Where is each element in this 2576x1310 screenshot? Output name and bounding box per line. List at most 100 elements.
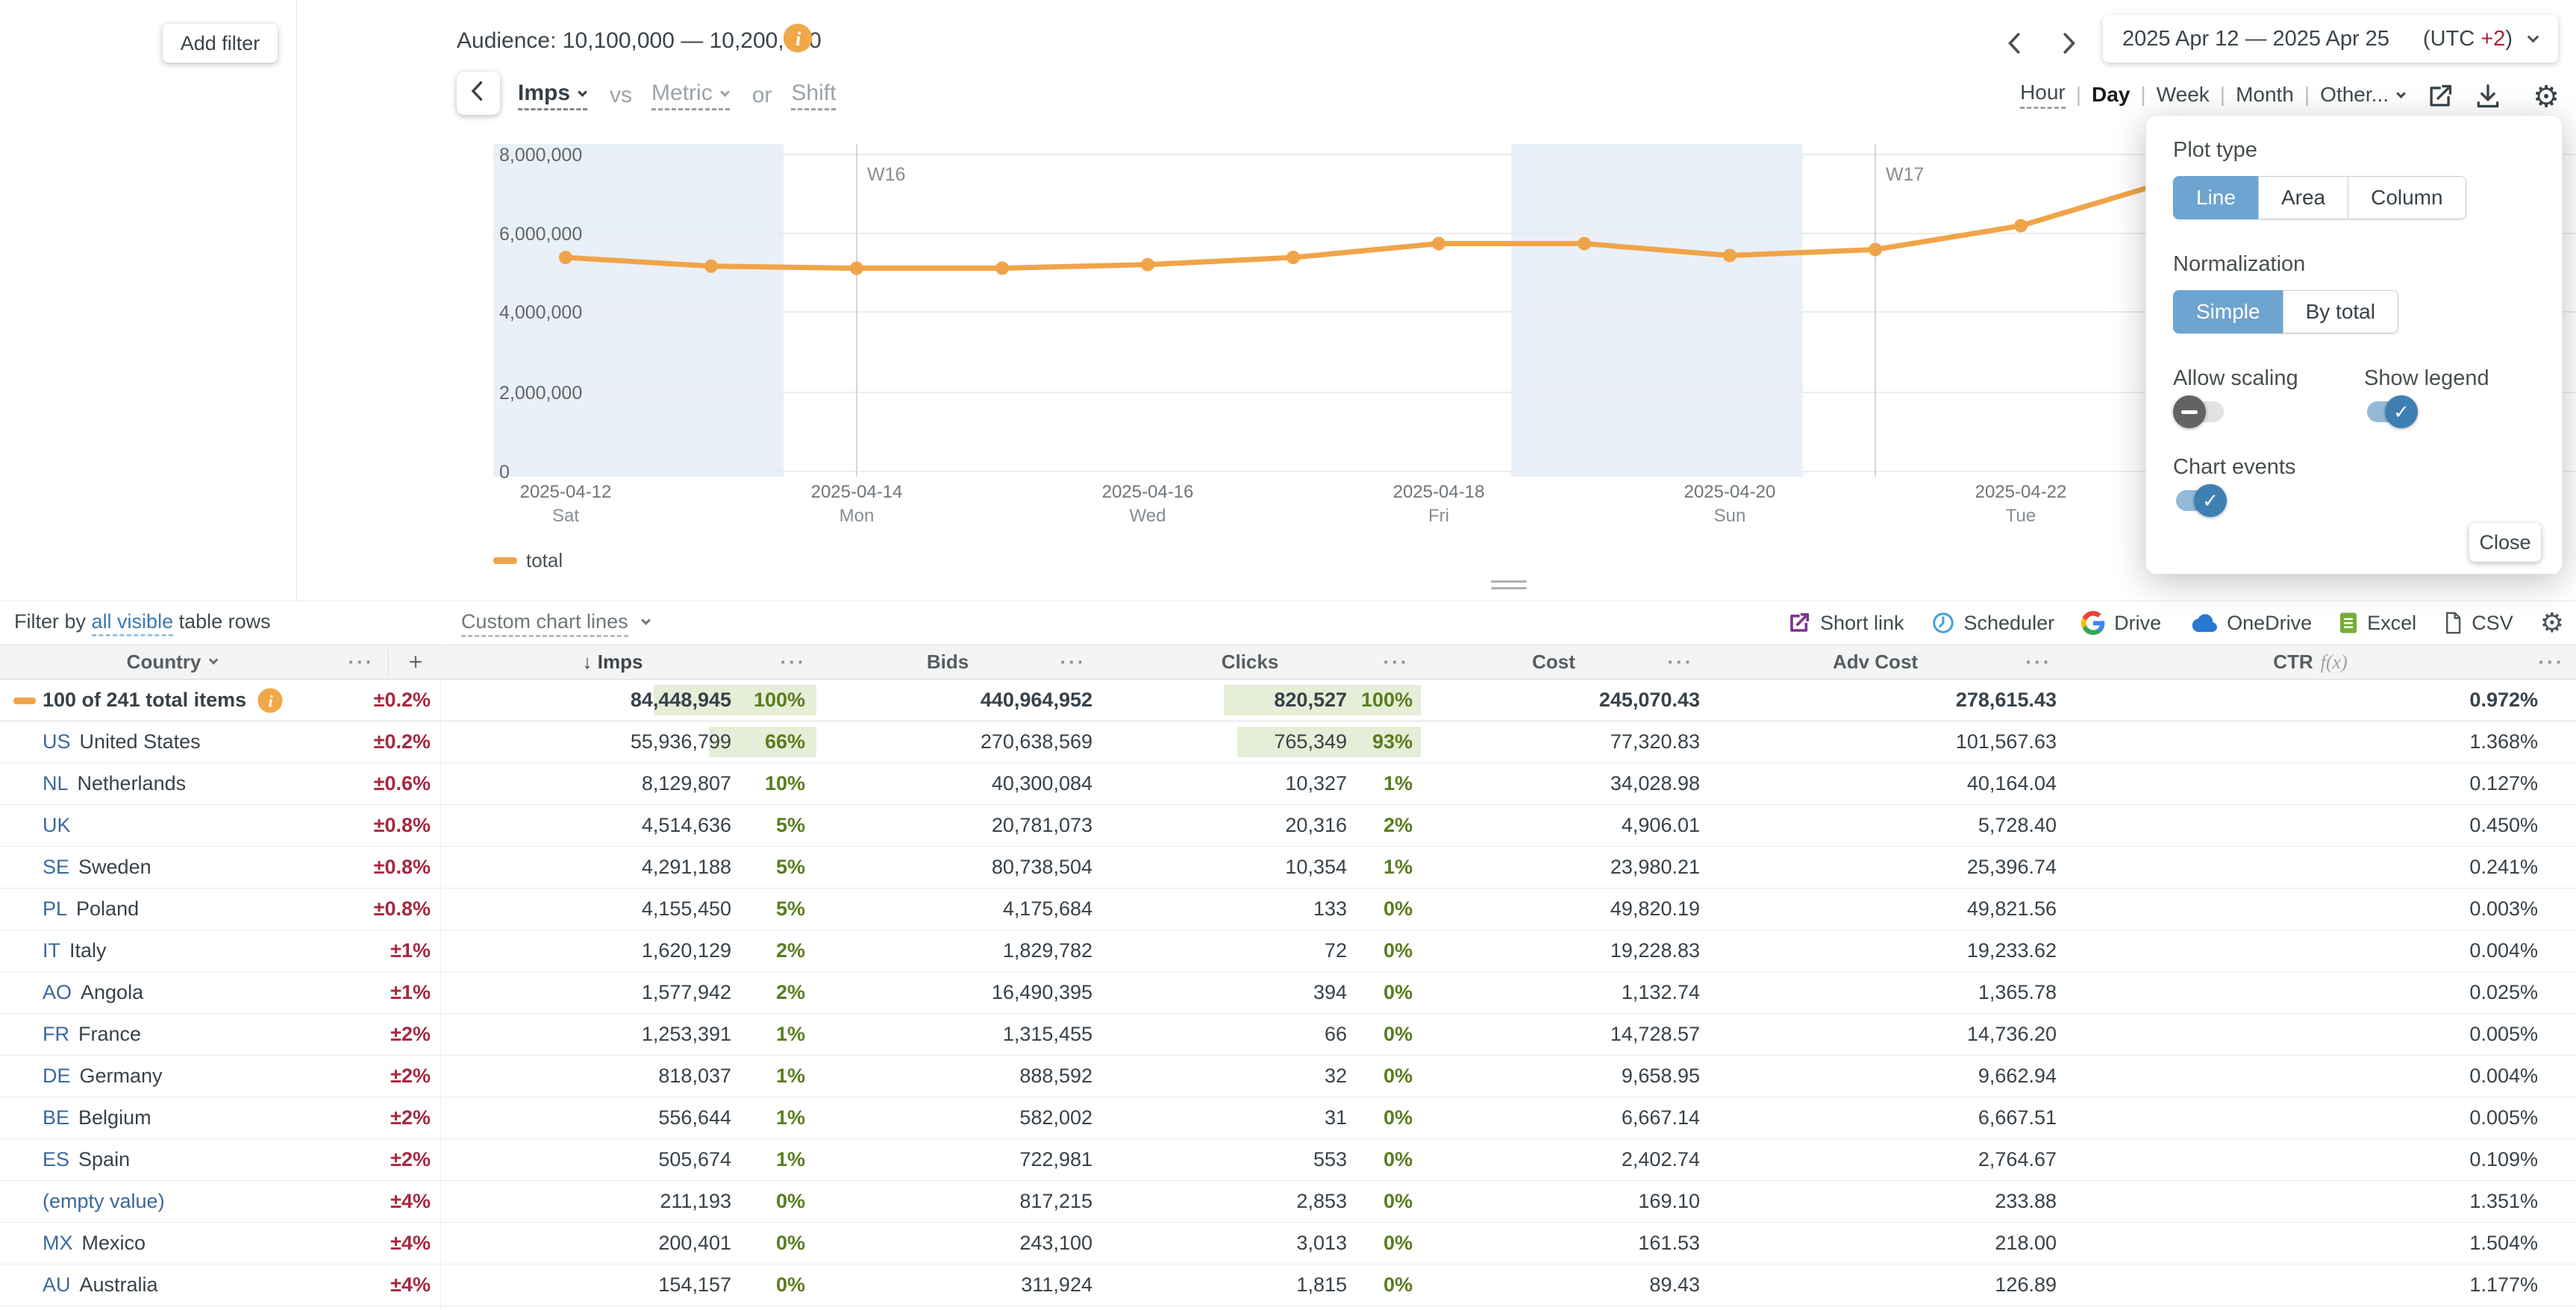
normalization-option-bytotal[interactable]: By total <box>2282 290 2398 333</box>
info-icon[interactable]: i <box>782 22 813 57</box>
primary-metric-dropdown[interactable]: Imps <box>518 81 588 110</box>
imps-cell: 818,037 <box>658 1065 731 1087</box>
clicks-pct-cell: 0% <box>1383 1148 1413 1170</box>
scheduler-button[interactable]: Scheduler <box>1931 611 2054 635</box>
country-cell[interactable]: ES Spain <box>43 1139 130 1180</box>
csv-button[interactable]: CSV <box>2443 611 2513 635</box>
country-code: AO <box>43 981 72 1003</box>
all-visible-link[interactable]: all visible <box>91 610 174 636</box>
country-cell[interactable]: NL Netherlands <box>43 763 186 804</box>
short-link-button[interactable]: Short link <box>1787 611 1904 635</box>
open-link-button[interactable] <box>2424 78 2457 116</box>
chart-settings-gear-icon[interactable]: ⚙ <box>2530 78 2563 116</box>
svg-text:8,000,000: 8,000,000 <box>499 145 582 166</box>
column-menu-icon[interactable]: ··· <box>2539 645 2565 679</box>
normalization-option-simple[interactable]: Simple <box>2173 290 2283 333</box>
country-cell[interactable]: (empty value) <box>43 1181 165 1222</box>
country-cell[interactable]: AO Angola <box>43 972 143 1013</box>
clicks-pct-cell: 0% <box>1383 897 1413 920</box>
country-cell[interactable]: FR France <box>43 1014 141 1055</box>
chart-resize-handle[interactable] <box>1491 580 1527 594</box>
ctr-cell: 1.177% <box>2469 1273 2538 1296</box>
shift-dropdown[interactable]: Shift <box>791 81 837 110</box>
download-chart-button[interactable] <box>2472 78 2504 116</box>
check-icon: ✓ <box>2385 395 2418 428</box>
drive-button[interactable]: Drive <box>2081 611 2161 635</box>
plot-type-option-line[interactable]: Line <box>2173 176 2259 219</box>
adv-cost-cell: 2,764.67 <box>1978 1148 2057 1170</box>
chevron-down-icon <box>578 87 587 97</box>
column-header-cost[interactable]: Cost <box>1532 645 1575 679</box>
country-cell[interactable]: SE Sweden <box>43 847 151 888</box>
custom-chart-lines-dropdown[interactable]: Custom chart lines <box>461 610 651 637</box>
toggle-switch[interactable]: ✓ <box>2367 395 2418 428</box>
chart-legend: total <box>493 549 563 572</box>
bids-cell: 80,738,504 <box>991 856 1092 878</box>
toggle-switch[interactable]: ✓ <box>2176 484 2227 517</box>
plot-type-option-area[interactable]: Area <box>2257 176 2349 219</box>
column-header-bids[interactable]: Bids <box>927 645 969 679</box>
table-row: IT Italy ±1% 1,620,129 2% 1,829,782 72 0% 19,228… <box>0 930 2576 972</box>
country-cell[interactable]: PL Poland <box>43 889 139 930</box>
agg-option-day[interactable]: Day <box>2092 83 2130 107</box>
next-period-button[interactable] <box>2051 27 2085 61</box>
column-header-clicks[interactable]: Clicks <box>1222 645 1279 679</box>
cost-cell: 77,320.83 <box>1610 730 1700 753</box>
column-menu-icon[interactable]: ··· <box>1060 645 1087 679</box>
plot-type-label: Plot type <box>2173 138 2257 162</box>
column-menu-icon[interactable]: ··· <box>348 645 375 679</box>
column-menu-icon[interactable]: ··· <box>2026 645 2052 679</box>
excel-button[interactable]: Excel <box>2339 611 2416 635</box>
country-cell[interactable]: BE Belgium <box>43 1097 151 1138</box>
bids-cell: 1,829,782 <box>1002 939 1092 962</box>
bids-cell: 440,964,952 <box>980 689 1092 711</box>
country-code: ES <box>43 1148 70 1170</box>
country-cell[interactable]: IT Italy <box>43 930 107 971</box>
onedrive-button[interactable]: OneDrive <box>2188 611 2312 635</box>
column-menu-icon[interactable]: ··· <box>1668 645 1694 679</box>
info-icon[interactable]: i <box>257 687 284 714</box>
adv-cost-cell: 25,396.74 <box>1966 856 2057 878</box>
column-menu-icon[interactable]: ··· <box>1384 645 1410 679</box>
total-items-cell[interactable]: 100 of 241 total items i <box>43 680 284 721</box>
ctr-cell: 0.005% <box>2469 1106 2538 1129</box>
column-menu-icon[interactable]: ··· <box>781 645 807 679</box>
clicks-cell: 31 <box>1324 1106 1347 1129</box>
country-cell[interactable]: MX Mexico <box>43 1223 146 1264</box>
column-header-imps[interactable]: ↓ Imps <box>583 645 643 679</box>
agg-option-hour[interactable]: Hour <box>2020 81 2066 109</box>
agg-option-month[interactable]: Month <box>2236 83 2294 107</box>
country-cell[interactable]: US United States <box>43 721 201 762</box>
plot-type-option-column[interactable]: Column <box>2348 176 2466 219</box>
country-cell[interactable]: UK <box>43 805 80 846</box>
adv-cost-cell: 40,164.04 <box>1966 772 2057 795</box>
country-code: AU <box>43 1273 71 1296</box>
setting-chart-events: Chart events ✓ <box>2173 455 2364 518</box>
back-button[interactable] <box>457 72 500 115</box>
country-cell[interactable]: DE Germany <box>43 1056 163 1097</box>
agg-option-other[interactable]: Other... <box>2320 83 2406 107</box>
plot-type-segmented: Line Area Column <box>2173 176 2466 219</box>
clicks-pct-cell: 0% <box>1383 939 1413 962</box>
toggle-switch[interactable] <box>2173 395 2224 428</box>
date-range-picker[interactable]: 2025 Apr 12 — 2025 Apr 25 (UTC +2) <box>2103 15 2558 63</box>
agg-option-week[interactable]: Week <box>2157 83 2210 107</box>
clicks-cell: 2,853 <box>1296 1190 1347 1212</box>
column-header-adv-cost[interactable]: Adv Cost <box>1833 645 1918 679</box>
svg-text:0: 0 <box>499 462 510 483</box>
ctr-cell: 1.351% <box>2469 1190 2538 1212</box>
close-panel-button[interactable]: Close <box>2469 523 2541 562</box>
column-header-ctr[interactable]: CTR f(x) <box>2273 645 2348 679</box>
cost-cell: 14,728.57 <box>1610 1023 1700 1045</box>
table-settings-gear-icon[interactable]: ⚙ <box>2540 608 2564 639</box>
add-filter-button[interactable]: Add filter <box>163 24 278 63</box>
prev-period-button[interactable] <box>1998 27 2033 61</box>
imps-cell: 556,644 <box>658 1106 731 1129</box>
clicks-cell: 32 <box>1324 1065 1347 1087</box>
onedrive-icon <box>2188 611 2218 635</box>
compare-metric-dropdown[interactable]: Metric <box>651 81 730 110</box>
country-cell[interactable]: AU Australia <box>43 1264 158 1306</box>
column-header-country[interactable]: Country <box>127 645 219 679</box>
cost-cell: 34,028.98 <box>1610 772 1700 795</box>
add-column-button[interactable]: + <box>409 645 423 679</box>
